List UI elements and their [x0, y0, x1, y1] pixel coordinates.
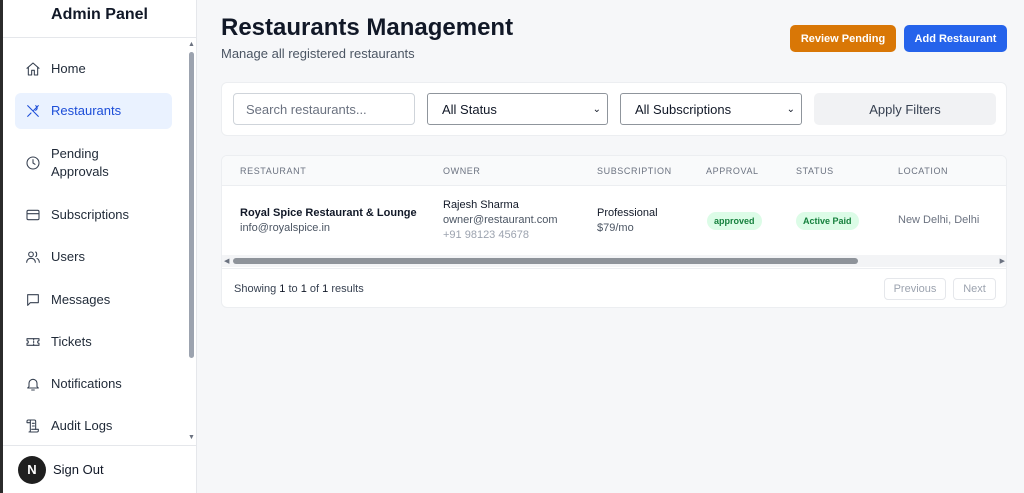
apply-filters-button[interactable]: Apply Filters	[814, 93, 996, 125]
approval-badge: approved	[707, 212, 762, 230]
column-header-approval: APPROVAL	[706, 166, 759, 176]
scroll-left-icon[interactable]: ◀	[224, 257, 229, 265]
results-suffix: results	[331, 283, 364, 295]
sidebar-item-home[interactable]: Home	[15, 56, 172, 82]
results-total: 1	[322, 283, 329, 295]
sidebar-scrollbar[interactable]: ▲ ▼	[187, 39, 196, 445]
column-header-status: STATUS	[796, 166, 834, 176]
message-icon	[15, 292, 51, 308]
column-header-location: LOCATION	[898, 166, 949, 176]
owner-phone: +91 98123 45678	[443, 229, 529, 241]
sidebar-item-label-line: Pending	[51, 146, 99, 161]
page-subtitle: Manage all registered restaurants	[221, 46, 415, 61]
sidebar-item-tickets[interactable]: Tickets	[15, 329, 172, 355]
results-from: 1	[279, 283, 286, 295]
sign-out-button[interactable]: Sign Out	[53, 462, 104, 477]
avatar[interactable]: N	[18, 455, 46, 484]
sidebar-item-notifications[interactable]: Notifications	[15, 371, 172, 397]
subscription-select[interactable]: All Subscriptions ⌄	[620, 93, 802, 125]
next-page-button[interactable]: Next	[953, 278, 996, 300]
status-select[interactable]: All Status ⌄	[427, 93, 608, 125]
sidebar-item-label-line: Approvals	[51, 164, 109, 179]
sidebar-item-label: Audit Logs	[51, 418, 113, 433]
scroll-up-icon[interactable]: ▲	[188, 41, 195, 49]
sidebar-nav: Home Restaurants Pending Approvals Subsc…	[3, 39, 197, 445]
column-header-owner: OWNER	[443, 166, 481, 176]
restaurant-name[interactable]: Royal Spice Restaurant & Lounge	[240, 206, 417, 221]
status-badge: Active Paid	[796, 212, 859, 230]
column-header-restaurant: RESTAURANT	[240, 166, 307, 176]
pagination: Showing 1 to 1 of 1 results Previous Nex…	[222, 268, 1006, 307]
results-prefix: Showing	[234, 283, 277, 295]
home-icon	[15, 61, 51, 77]
sidebar-scroll-thumb[interactable]	[189, 52, 194, 358]
sidebar-item-label: Messages	[51, 292, 111, 307]
results-summary: Showing 1 to 1 of 1 results	[234, 283, 364, 295]
chevron-down-icon: ⌄	[786, 103, 795, 115]
subscription-plan: Professional	[597, 207, 658, 219]
users-icon	[15, 249, 51, 265]
table-horizontal-scrollbar[interactable]: ◀ ▶	[222, 255, 1006, 267]
scroll-icon	[15, 418, 51, 434]
owner-email: owner@restaurant.com	[443, 214, 558, 226]
utensils-icon	[15, 103, 51, 119]
sidebar-item-label: Restaurants	[51, 103, 122, 118]
sidebar-item-label: Users	[51, 249, 85, 264]
chevron-down-icon: ⌄	[592, 103, 601, 115]
table-header: RESTAURANT OWNER SUBSCRIPTION APPROVAL S…	[222, 156, 1006, 186]
credit-card-icon	[15, 207, 51, 223]
sidebar-item-label: Home	[51, 61, 86, 76]
sidebar-item-label: Subscriptions	[51, 207, 130, 222]
subscription-price: $79/mo	[597, 222, 634, 234]
page-title: Restaurants Management	[221, 14, 514, 41]
status-select-value: All Status	[442, 101, 497, 117]
review-pending-button[interactable]: Review Pending	[790, 25, 896, 52]
results-to: 1	[300, 283, 307, 295]
sidebar-title: Admin Panel	[3, 0, 196, 38]
previous-page-button[interactable]: Previous	[884, 278, 946, 300]
add-restaurant-button[interactable]: Add Restaurant	[904, 25, 1007, 52]
ticket-icon	[15, 334, 51, 350]
restaurants-table: RESTAURANT OWNER SUBSCRIPTION APPROVAL S…	[221, 155, 1007, 308]
sidebar-item-users[interactable]: Users	[15, 244, 172, 270]
sidebar-item-label: Tickets	[51, 334, 92, 349]
sidebar-item-label: Notifications	[51, 376, 122, 391]
results-to-word: to	[288, 283, 298, 295]
sidebar: Admin Panel Home Restaurants Pending App…	[3, 0, 197, 493]
sidebar-item-subscriptions[interactable]: Subscriptions	[15, 202, 172, 228]
results-of-word: of	[309, 283, 320, 295]
restaurant-location: New Delhi, Delhi	[898, 214, 980, 226]
sidebar-item-label: Pending Approvals	[51, 145, 109, 181]
scroll-right-icon[interactable]: ▶	[1000, 257, 1005, 265]
search-input[interactable]: Search restaurants...	[233, 93, 415, 125]
sidebar-item-restaurants[interactable]: Restaurants	[15, 93, 172, 129]
filters-card: Search restaurants... All Status ⌄ All S…	[221, 82, 1007, 136]
sidebar-item-pending-approvals[interactable]: Pending Approvals	[15, 145, 172, 181]
owner-name: Rajesh Sharma	[443, 199, 519, 211]
restaurant-email: info@royalspice.in	[240, 222, 331, 234]
main-content: Restaurants Management Manage all regist…	[198, 0, 1024, 493]
clock-icon	[15, 155, 51, 171]
sidebar-item-messages[interactable]: Messages	[15, 287, 172, 313]
table-scroll-thumb[interactable]	[233, 258, 858, 264]
sidebar-item-audit-logs[interactable]: Audit Logs	[15, 413, 172, 439]
subscription-select-value: All Subscriptions	[635, 101, 732, 117]
bell-icon	[15, 376, 51, 392]
sidebar-footer: N Sign Out	[3, 445, 197, 493]
scroll-down-icon[interactable]: ▼	[188, 434, 195, 442]
column-header-subscription: SUBSCRIPTION	[597, 166, 672, 176]
